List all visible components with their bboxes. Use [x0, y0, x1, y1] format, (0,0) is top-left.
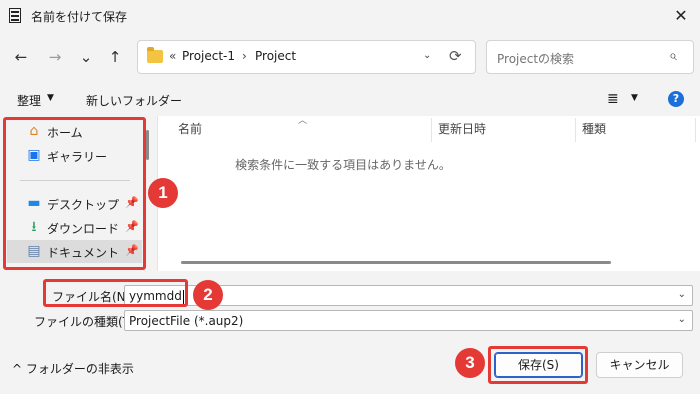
view-options-icon[interactable]: ≣	[607, 91, 619, 107]
filetype-select[interactable]: ProjectFile (*.aup2) ⌄	[124, 310, 693, 331]
empty-state-message: 検索条件に一致する項目はありません。	[235, 158, 451, 172]
annotation-box-save	[488, 346, 588, 384]
column-header-modified[interactable]: 更新日時	[438, 120, 486, 137]
forward-arrow-icon[interactable]: →	[44, 46, 66, 68]
annotation-badge-1: 1	[148, 178, 178, 208]
annotation-box-filename	[43, 279, 188, 307]
organize-caret-icon[interactable]: ▼	[47, 93, 54, 103]
close-icon[interactable]: ✕	[668, 3, 694, 29]
breadcrumb-project-1[interactable]: Project-1	[182, 49, 235, 63]
organize-button[interactable]: 整理	[17, 92, 41, 109]
command-bar: 整理 ▼ 新しいフォルダー ≣ ▼ ?	[0, 82, 700, 116]
dialog-footer: ^ フォルダーの非表示 保存(S) キャンセル	[0, 335, 700, 394]
navigation-bar: ← → ⌄ ↑ « Project-1 › Project ⌄ ⟳ Projec…	[0, 32, 700, 82]
new-folder-button[interactable]: 新しいフォルダー	[86, 92, 182, 109]
breadcrumb-project[interactable]: Project	[255, 49, 296, 63]
window-title: 名前を付けて保存	[31, 10, 128, 24]
address-dropdown-icon[interactable]: ⌄	[423, 50, 431, 61]
title-bar: 名前を付けて保存 ✕	[0, 0, 700, 32]
recent-locations-chevron-icon[interactable]: ⌄	[75, 46, 97, 68]
filename-dropdown-icon[interactable]: ⌄	[678, 289, 686, 300]
sidebar-scrollbar[interactable]	[146, 130, 149, 160]
column-separator[interactable]	[575, 118, 576, 142]
horizontal-scrollbar[interactable]	[181, 261, 611, 264]
column-separator[interactable]	[431, 118, 432, 142]
cancel-button[interactable]: キャンセル	[596, 352, 683, 378]
filetype-dropdown-icon[interactable]: ⌄	[678, 314, 686, 325]
search-box[interactable]: Projectの検索 ⌕	[486, 40, 694, 74]
up-arrow-icon[interactable]: ↑	[104, 46, 126, 68]
breadcrumb-overflow-icon[interactable]: «	[169, 49, 176, 63]
annotation-box-navigation	[3, 117, 146, 270]
folder-icon	[147, 47, 163, 63]
annotation-badge-2: 2	[193, 280, 223, 310]
filetype-value: ProjectFile (*.aup2)	[129, 314, 244, 328]
column-separator[interactable]	[695, 118, 696, 142]
filetype-row: ファイルの種類(T): ProjectFile (*.aup2) ⌄	[0, 310, 700, 332]
file-list: ︿ 名前 更新日時 種類 検索条件に一致する項目はありません。	[157, 116, 700, 271]
help-icon[interactable]: ?	[668, 91, 684, 107]
app-icon	[9, 8, 21, 23]
refresh-icon[interactable]: ⟳	[449, 47, 462, 65]
annotation-badge-3: 3	[455, 348, 485, 378]
sort-ascending-icon: ︿	[298, 116, 308, 126]
back-arrow-icon[interactable]: ←	[10, 46, 32, 68]
search-placeholder: Projectの検索	[497, 52, 575, 66]
view-caret-icon[interactable]: ▼	[631, 93, 638, 103]
column-header-name[interactable]: 名前	[178, 120, 202, 137]
column-header-type[interactable]: 種類	[582, 120, 606, 137]
hide-folders-toggle[interactable]: ^ フォルダーの非表示	[12, 360, 134, 377]
search-icon[interactable]: ⌕	[669, 48, 677, 64]
address-bar[interactable]: « Project-1 › Project ⌄ ⟳	[137, 40, 476, 74]
breadcrumb-separator-icon[interactable]: ›	[242, 49, 247, 63]
